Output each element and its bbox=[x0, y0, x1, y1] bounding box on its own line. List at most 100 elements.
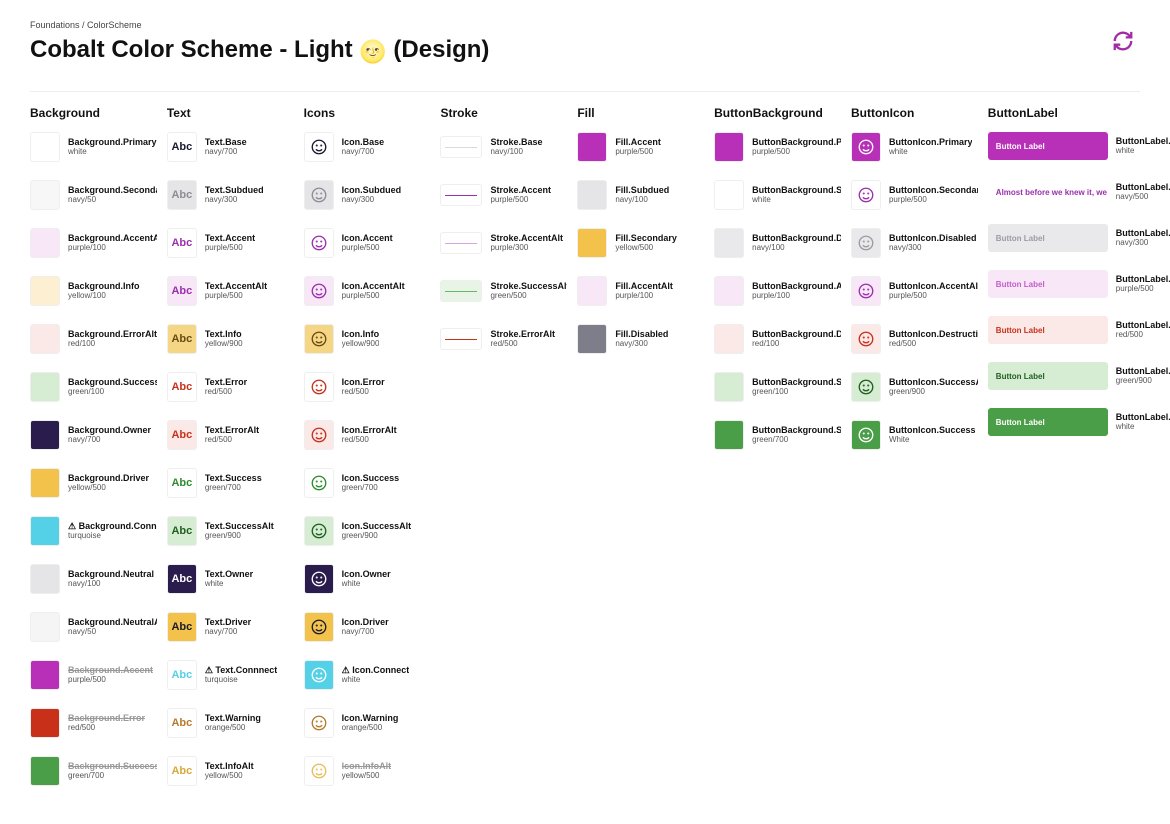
swatch-meta: ButtonBackground.Secondarywhite bbox=[752, 186, 841, 205]
swatch-row: ButtonIcon.SuccessAltgreen/900 bbox=[851, 372, 978, 402]
token-value: green/700 bbox=[205, 484, 262, 493]
icon-swatch bbox=[304, 468, 334, 498]
col-title-bicon: ButtonIcon bbox=[851, 106, 978, 120]
swatch-row: Stroke.SuccessAltgreen/500 bbox=[440, 276, 567, 306]
icon-swatch bbox=[851, 324, 881, 354]
token-value: White bbox=[889, 436, 976, 445]
swatch-meta: Text.Subduednavy/300 bbox=[205, 186, 264, 205]
swatch-meta: ButtonBackground.Disablednavy/100 bbox=[752, 234, 841, 253]
token-value: navy/700 bbox=[68, 436, 151, 445]
token-value: purple/100 bbox=[615, 292, 673, 301]
icon-swatch bbox=[851, 132, 881, 162]
swatch-meta: Icon.AccentAltpurple/500 bbox=[342, 282, 405, 301]
swatch-row: Icon.SuccessAltgreen/900 bbox=[304, 516, 431, 546]
button-label-row: Button LabelButtonLabel.Primarywhite bbox=[988, 132, 1140, 160]
button-label-sample: Almost before we knew it, we had left th… bbox=[988, 178, 1108, 206]
swatch-meta: ButtonLabel.Primarywhite bbox=[1116, 137, 1140, 156]
swatch-meta: Background.SuccessAltgreen/100 bbox=[68, 378, 157, 397]
swatch-meta: Text.Infoyellow/900 bbox=[205, 330, 243, 349]
swatch-row: Background.Ownernavy/700 bbox=[30, 420, 157, 450]
swatch-row: Stroke.Accentpurple/500 bbox=[440, 180, 567, 210]
swatch-meta: ⚠ Background.Connectturquoise bbox=[68, 522, 157, 541]
token-value: yellow/500 bbox=[615, 244, 677, 253]
swatch-meta: Text.Warningorange/500 bbox=[205, 714, 261, 733]
token-value: green/900 bbox=[342, 532, 412, 541]
text-swatch: Abc bbox=[167, 228, 197, 258]
color-swatch bbox=[714, 276, 744, 306]
swatch-meta: ButtonIcon.SuccessWhite bbox=[889, 426, 976, 445]
columns-container: Background Background.PrimarywhiteBackgr… bbox=[30, 106, 1140, 804]
col-title-stroke: Stroke bbox=[440, 106, 567, 120]
swatch-row: Background.Primarywhite bbox=[30, 132, 157, 162]
token-value: purple/500 bbox=[205, 292, 267, 301]
text-swatch: Abc bbox=[167, 420, 197, 450]
swatch-meta: Stroke.ErrorAltred/500 bbox=[490, 330, 555, 349]
swatch-meta: Icon.Ownerwhite bbox=[342, 570, 391, 589]
token-value: navy/50 bbox=[68, 628, 157, 637]
swatch-row: ButtonBackground.AccentAltpurple/100 bbox=[714, 276, 841, 306]
icon-swatch bbox=[304, 324, 334, 354]
token-value: white bbox=[752, 196, 841, 205]
token-value: red/500 bbox=[68, 724, 145, 733]
token-value: green/700 bbox=[752, 436, 841, 445]
swatch-meta: Background.Errorred/500 bbox=[68, 714, 145, 733]
token-value: white bbox=[1116, 423, 1140, 432]
token-value: white bbox=[205, 580, 253, 589]
swatch-row: Icon.Warningorange/500 bbox=[304, 708, 431, 738]
icon-swatch bbox=[304, 180, 334, 210]
token-value: navy/100 bbox=[615, 196, 669, 205]
swatch-meta: ButtonLabel.Secondarynavy/500 bbox=[1116, 183, 1140, 202]
column-buttonlabel: ButtonLabel Button LabelButtonLabel.Prim… bbox=[988, 106, 1140, 804]
swatch-meta: ButtonIcon.Destructivered/500 bbox=[889, 330, 978, 349]
swatch-meta: Background.Primarywhite bbox=[68, 138, 157, 157]
swatch-row: Stroke.AccentAltpurple/300 bbox=[440, 228, 567, 258]
icon-swatch bbox=[304, 660, 334, 690]
color-swatch bbox=[714, 228, 744, 258]
color-swatch bbox=[30, 228, 60, 258]
color-swatch bbox=[30, 612, 60, 642]
token-value: green/700 bbox=[342, 484, 400, 493]
color-swatch bbox=[577, 132, 607, 162]
color-swatch bbox=[30, 468, 60, 498]
swatch-row: ButtonIcon.SuccessWhite bbox=[851, 420, 978, 450]
token-value: purple/500 bbox=[490, 196, 551, 205]
refresh-button[interactable] bbox=[1112, 30, 1134, 52]
swatch-row: Icon.Drivernavy/700 bbox=[304, 612, 431, 642]
token-value: red/100 bbox=[752, 340, 841, 349]
swatch-meta: ButtonBackground.AccentAltpurple/100 bbox=[752, 282, 841, 301]
swatch-row: AbcText.InfoAltyellow/500 bbox=[167, 756, 294, 786]
text-swatch: Abc bbox=[167, 516, 197, 546]
icon-swatch bbox=[304, 228, 334, 258]
swatch-meta: Fill.Secondaryyellow/500 bbox=[615, 234, 677, 253]
swatch-meta: Text.Drivernavy/700 bbox=[205, 618, 251, 637]
color-swatch bbox=[714, 180, 744, 210]
column-background: Background Background.PrimarywhiteBackgr… bbox=[30, 106, 157, 804]
swatch-meta: Icon.ErrorAltred/500 bbox=[342, 426, 397, 445]
text-swatch: Abc bbox=[167, 372, 197, 402]
color-swatch bbox=[577, 228, 607, 258]
token-value: red/500 bbox=[205, 388, 247, 397]
token-value: navy/300 bbox=[205, 196, 264, 205]
color-swatch bbox=[30, 564, 60, 594]
swatch-meta: ⚠ Text.Connnectturquoise bbox=[205, 666, 277, 685]
swatch-meta: Fill.Accentpurple/500 bbox=[615, 138, 661, 157]
token-value: red/500 bbox=[205, 436, 259, 445]
swatch-row: AbcText.AccentAltpurple/500 bbox=[167, 276, 294, 306]
swatch-meta: Icon.Basenavy/700 bbox=[342, 138, 385, 157]
stroke-swatch bbox=[440, 136, 482, 158]
swatch-meta: Background.AccentAltpurple/100 bbox=[68, 234, 157, 253]
swatch-meta: Text.SuccessAltgreen/900 bbox=[205, 522, 274, 541]
swatch-row: ButtonIcon.Disablednavy/300 bbox=[851, 228, 978, 258]
swatch-row: AbcText.Basenavy/700 bbox=[167, 132, 294, 162]
swatch-meta: Text.ErrorAltred/500 bbox=[205, 426, 259, 445]
swatch-meta: ButtonIcon.AccentAltpurple/500 bbox=[889, 282, 978, 301]
swatch-row: Abc Text.ErrorAltred/500 bbox=[167, 420, 294, 450]
token-value: navy/300 bbox=[615, 340, 668, 349]
swatch-meta: ButtonLabel.Successwhite bbox=[1116, 413, 1140, 432]
swatch-row: Background.Secondarynavy/50 bbox=[30, 180, 157, 210]
token-value: green/700 bbox=[68, 772, 157, 781]
swatch-meta: ButtonIcon.Primarywhite bbox=[889, 138, 973, 157]
button-label-sample: Button Label bbox=[988, 362, 1108, 390]
token-value: navy/700 bbox=[205, 628, 251, 637]
swatch-meta: Icon.Successgreen/700 bbox=[342, 474, 400, 493]
